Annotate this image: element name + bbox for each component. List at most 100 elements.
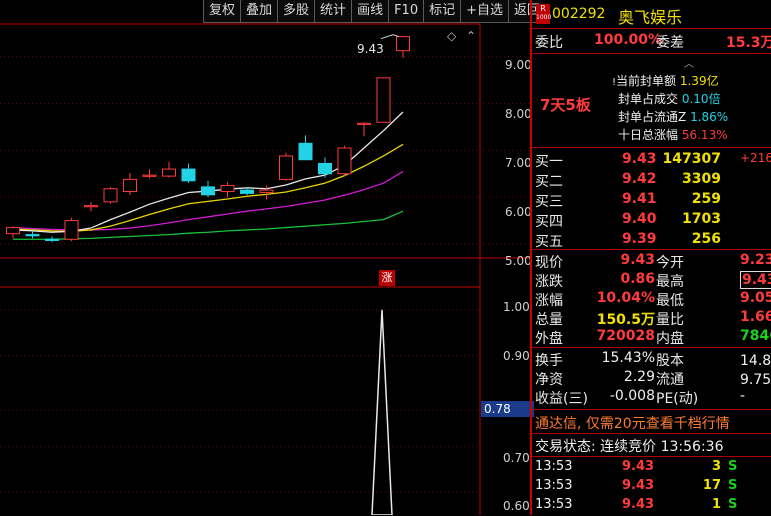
price-axis-tick: 9.00 (505, 58, 532, 72)
stat-value: 0.86 (620, 271, 655, 287)
candle[interactable] (220, 181, 235, 198)
promo-row[interactable]: 通达信, 仅需20元查看千档行情 (532, 411, 771, 434)
tick-row: 13:53 9.43 1 S (532, 497, 771, 516)
fundamental-label: 流通 (656, 372, 684, 388)
stat-row: 外盘 720028内盘 784673 (532, 328, 771, 347)
candle[interactable] (298, 135, 313, 161)
candle[interactable] (45, 236, 59, 243)
stat-value: 784673 (740, 328, 771, 344)
stat-value: 10.04% (596, 290, 655, 306)
weibi-value: 100.00% (594, 32, 663, 48)
fengdan-cj-label: 封单占成交 (618, 92, 679, 106)
candle[interactable] (396, 36, 410, 58)
peak-price-label: 9.43 (357, 42, 384, 56)
bid-volume: 259 (691, 191, 721, 207)
kline-chart-area[interactable]: ◇ ⌃ 复权 叠加 多股 统计 画线 F10 标记 +自选 返回 9.43 涨 9.00 8.0… (0, 0, 546, 515)
stat-label: 外盘 (535, 331, 563, 347)
shiri-row: 十日总涨幅 56.13% (618, 126, 728, 143)
stock-header[interactable]: R 1000 002292 奥飞娱乐 (532, 2, 771, 28)
vol-current-badge: 0.78 (481, 401, 534, 417)
toolbar-button[interactable]: F10 (388, 0, 424, 23)
fengdan-row: !当前封单额 1.39亿 (612, 74, 719, 88)
candle[interactable] (279, 152, 293, 181)
fundamental-value: 14.8亿 (740, 353, 771, 369)
candle[interactable] (64, 217, 79, 242)
candle[interactable] (162, 162, 176, 178)
fundamental-row: 换手 15.43%股本 14.8亿 (532, 350, 771, 369)
candle[interactable] (201, 180, 215, 198)
bid-label: 买四 (535, 214, 563, 230)
bid-change: +216 (740, 151, 771, 165)
fundamental-label: PE(动) (656, 391, 699, 407)
stat-label: 涨幅 (535, 293, 563, 309)
candle[interactable] (25, 230, 40, 239)
limit-up-marker: 涨 (379, 270, 395, 286)
toolbar-button[interactable]: 标记 (423, 0, 461, 23)
stat-value: 9.05 (740, 290, 771, 306)
fengdan-label: 当前封单额 (616, 74, 677, 88)
candle[interactable] (318, 157, 332, 178)
candle[interactable] (6, 226, 20, 239)
fundamental-value: -0.008 (609, 388, 655, 404)
price-axis-tick: 8.00 (505, 107, 532, 121)
fundamental-value: 2.29 (623, 369, 655, 385)
chart-toolbar: 复权 叠加 多股 统计 画线 F10 标记 +自选 返回 (203, 0, 546, 24)
bid-row[interactable]: 买一 9.43 147307 +216 (532, 150, 771, 170)
stat-value: 9.23 (740, 252, 771, 268)
fengdan-cj-value: 0.10倍 (681, 92, 721, 106)
candle[interactable] (376, 77, 391, 123)
price-axis-tick: 5.00 (505, 254, 532, 268)
candle[interactable] (123, 172, 137, 195)
toolbar-button[interactable]: 多股 (277, 0, 315, 23)
tick-side: S (728, 459, 738, 474)
vol-axis-tick: 1.00 (503, 300, 530, 314)
vol-axis-tick: 0.60 (503, 499, 530, 513)
stat-row: 涨幅 10.04% 最低 9.05 (532, 290, 771, 309)
toolbar-button[interactable]: 复权 (203, 0, 241, 23)
bid-row[interactable]: 买四 9.40 1703 (532, 210, 771, 230)
candle[interactable] (103, 186, 118, 204)
fundamental-value: 15.43% (601, 350, 655, 366)
tick-side: S (728, 478, 738, 493)
tick-volume: 1 (711, 497, 721, 512)
bid-price: 9.42 (622, 171, 657, 187)
bid-row[interactable]: 买三 9.41 259 (532, 190, 771, 210)
weibi-row: 委比 100.00% 委差 15.3万 (532, 30, 771, 53)
tick-price: 9.43 (622, 497, 655, 512)
stat-label: 最高 (656, 274, 684, 290)
diamond-icon[interactable]: ◇ (447, 29, 457, 43)
candle[interactable] (357, 122, 371, 137)
candle[interactable] (181, 163, 196, 184)
fengdan-lt-label: 封单占流通Z (618, 110, 687, 124)
stat-value: 1.66 (740, 309, 771, 325)
fengdan-cj-row: 封单占成交 0.10倍 (618, 90, 721, 107)
stock-code: 002292 (552, 6, 606, 22)
fundamental-row: 净资 2.29流通 9.75亿 (532, 369, 771, 388)
toolbar-button[interactable]: 画线 (351, 0, 389, 23)
toolbar-button[interactable]: +自选 (460, 0, 509, 23)
bid-row[interactable]: 买二 9.42 3309 (532, 170, 771, 190)
stat-value: 720028 (596, 328, 655, 344)
tick-side: S (728, 497, 738, 512)
kline-chart[interactable]: ◇ ⌃ (0, 0, 530, 515)
bid-row[interactable]: 买五 9.39 256 (532, 230, 771, 250)
candle[interactable] (84, 201, 98, 212)
stat-label: 量比 (656, 312, 684, 328)
candle[interactable] (337, 145, 352, 177)
candle[interactable] (142, 169, 157, 179)
indicator-spike (371, 309, 393, 515)
bid-volume: 3309 (682, 171, 721, 187)
vol-axis-tick: 0.90 (503, 349, 530, 363)
scroll-up-icon[interactable]: ⌃ (466, 29, 476, 43)
fundamental-row: 收益(三) -0.008 PE(动) - (532, 388, 771, 407)
weicha-value: 15.3万 (726, 35, 771, 51)
shiri-value: 56.13% (681, 128, 728, 142)
trade-status: 交易状态: 连续竞价 13:56:36 (535, 439, 724, 455)
fundamental-label: 收益(三) (535, 391, 588, 407)
toolbar-button[interactable]: 叠加 (240, 0, 278, 23)
stat-value: 9.43 (620, 252, 655, 268)
promo-link[interactable]: 通达信, 仅需20元查看千档行情 (535, 413, 730, 433)
toolbar-button[interactable]: 统计 (314, 0, 352, 23)
collapse-icon[interactable]: ︿ (684, 55, 694, 70)
stat-value: 9.43 (740, 271, 771, 289)
